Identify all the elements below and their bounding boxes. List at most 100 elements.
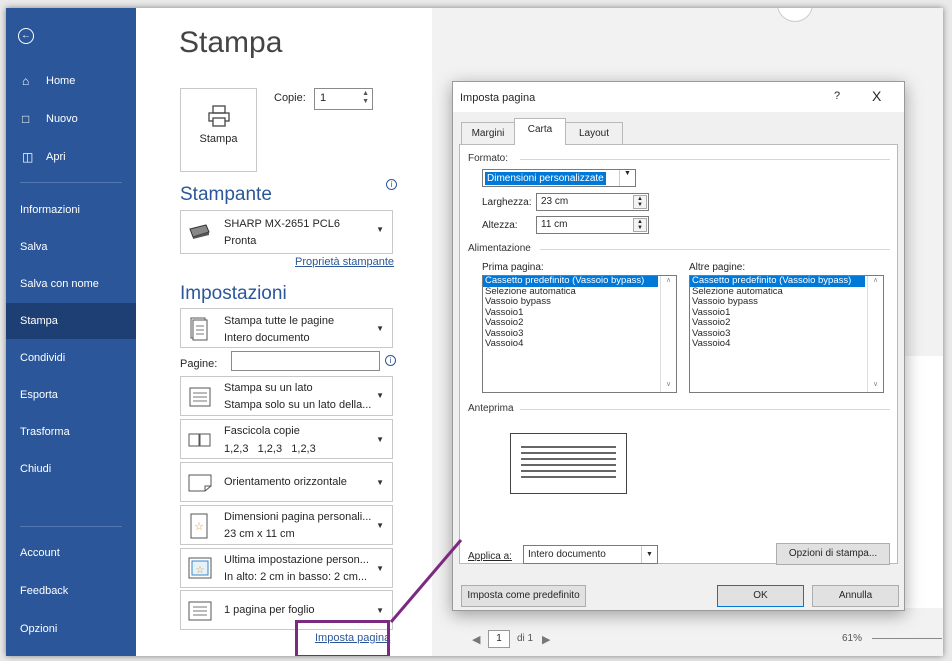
setting-line2: Intero documento — [224, 332, 310, 344]
dialog-title: Imposta pagina — [460, 92, 536, 104]
list-item[interactable]: Vassoio1 — [483, 308, 676, 319]
height-label: Altezza: — [482, 220, 518, 231]
sidebar-item-share[interactable]: Condividi — [6, 340, 136, 376]
sidebar-item-label: Opzioni — [20, 623, 58, 635]
list-item[interactable]: Vassoio4 — [483, 339, 676, 350]
paper-format-value: Dimensioni personalizzate — [485, 172, 606, 185]
sidebar-item-home[interactable]: ⌂ Home — [6, 63, 136, 99]
list-item[interactable]: Vassoio2 — [690, 318, 883, 329]
back-arrow-icon[interactable]: ← — [18, 28, 34, 44]
print-button[interactable]: Stampa — [180, 88, 257, 172]
pages-input[interactable] — [231, 351, 380, 371]
close-icon[interactable]: X — [872, 88, 881, 104]
list-item[interactable]: Vassoio1 — [690, 308, 883, 319]
width-input[interactable]: 23 cm ▲ ▼ — [536, 193, 649, 211]
list-item[interactable]: Selezione automatica — [690, 287, 883, 298]
tab-carta[interactable]: Carta — [514, 118, 566, 145]
margins-dropdown[interactable]: ☆ Ultima impostazione person... In alto:… — [180, 548, 393, 588]
printer-properties-link[interactable]: Proprietà stampante — [295, 256, 394, 268]
paper-size-dropdown[interactable]: ☆ Dimensioni pagina personali... 23 cm x… — [180, 505, 393, 545]
dialog-title-bar: Imposta pagina ? X — [453, 82, 904, 112]
sidebar-item-label: Informazioni — [20, 204, 80, 216]
other-pages-tray-list[interactable]: Cassetto predefinito (Vassoio bypass) Se… — [689, 275, 884, 393]
sidebar-item-label: Chiudi — [20, 463, 52, 475]
info-icon[interactable]: i — [385, 355, 396, 366]
page-total: di 1 — [517, 633, 534, 644]
height-value: 11 cm — [541, 219, 568, 230]
list-item[interactable]: Cassetto predefinito (Vassoio bypass) — [483, 276, 658, 287]
spinner-icon[interactable]: ▲ ▼ — [633, 218, 647, 232]
tab-margini[interactable]: Margini — [461, 122, 515, 144]
apply-to-select[interactable]: Intero documento ▼ — [523, 545, 658, 564]
sidebar-item-feedback[interactable]: Feedback — [6, 573, 136, 609]
sidebar-item-options[interactable]: Opzioni — [6, 611, 136, 647]
sidebar-item-save-as[interactable]: Salva con nome — [6, 266, 136, 302]
sidebar-item-close[interactable]: Chiudi — [6, 451, 136, 487]
highlight-box — [295, 620, 390, 656]
one-page-per-sheet-icon — [188, 601, 212, 621]
printer-section-title: Stampante — [180, 184, 272, 205]
sides-dropdown[interactable]: Stampa su un lato Stampa solo su un lato… — [180, 376, 393, 416]
prev-page-icon[interactable]: ◀ — [472, 633, 480, 646]
setting-line1: Stampa tutte le pagine — [224, 315, 335, 327]
sidebar-item-label: Home — [46, 75, 76, 87]
copies-input[interactable]: 1 ▲ ▼ — [314, 88, 373, 110]
other-pages-label: Altre pagine: — [689, 262, 746, 273]
setting-line1: Fascicola copie — [224, 425, 300, 437]
page-number-input[interactable]: 1 — [488, 630, 510, 648]
setting-line1: 1 pagina per foglio — [224, 604, 315, 616]
sidebar-item-label: Stampa — [20, 315, 58, 327]
print-range-dropdown[interactable]: Stampa tutte le pagine Intero documento … — [180, 308, 393, 348]
chevron-down-icon: ▼ — [376, 324, 384, 333]
printer-icon — [207, 105, 230, 127]
sidebar-item-transform[interactable]: Trasforma — [6, 414, 136, 450]
paper-format-select[interactable]: Dimensioni personalizzate ▼ — [482, 169, 636, 187]
info-icon[interactable]: i — [386, 179, 397, 190]
zoom-level: 61% — [842, 633, 863, 644]
setting-line2: Stampa solo su un lato della... — [224, 399, 372, 411]
setting-line1: Ultima impostazione person... — [224, 554, 369, 566]
chevron-down-icon: ▼ — [619, 170, 635, 186]
scrollbar[interactable]: ∧ ∨ — [867, 276, 883, 392]
copies-value: 1 — [320, 92, 327, 104]
ok-button[interactable]: OK — [717, 585, 804, 607]
printer-dropdown[interactable]: SHARP MX-2651 PCL6 Pronta ▼ — [180, 210, 393, 254]
list-item[interactable]: Vassoio4 — [690, 339, 883, 350]
custom-margins-icon: ☆ — [188, 557, 212, 579]
list-item[interactable]: Vassoio3 — [483, 329, 676, 340]
help-icon[interactable]: ? — [834, 90, 840, 102]
list-item[interactable]: Vassoio bypass — [483, 297, 676, 308]
height-input[interactable]: 11 cm ▲ ▼ — [536, 216, 649, 234]
list-item[interactable]: Vassoio3 — [690, 329, 883, 340]
scrollbar[interactable]: ∧ ∨ — [660, 276, 676, 392]
spinner-icon[interactable]: ▲ ▼ — [362, 90, 369, 106]
sidebar-item-label: Nuovo — [46, 113, 78, 125]
first-page-tray-list[interactable]: Cassetto predefinito (Vassoio bypass) Se… — [482, 275, 677, 393]
preview-line — [521, 464, 616, 466]
settings-section-title: Impostazioni — [180, 283, 287, 304]
sidebar-item-save[interactable]: Salva — [6, 229, 136, 265]
sidebar-item-account[interactable]: Account — [6, 535, 136, 571]
preview-line — [521, 458, 616, 460]
orientation-dropdown[interactable]: Orientamento orizzontale ▼ — [180, 462, 393, 502]
list-item[interactable]: Vassoio2 — [483, 318, 676, 329]
list-item[interactable]: Vassoio bypass — [690, 297, 883, 308]
set-default-button[interactable]: Imposta come predefinito — [461, 585, 586, 607]
sidebar-item-new[interactable]: □ Nuovo — [6, 101, 136, 137]
zoom-slider[interactable] — [872, 638, 942, 639]
print-options-button[interactable]: Opzioni di stampa... — [776, 543, 890, 565]
tab-layout[interactable]: Layout — [565, 122, 623, 144]
next-page-icon[interactable]: ▶ — [542, 633, 550, 646]
collate-dropdown[interactable]: Fascicola copie 1,2,3 1,2,3 1,2,3 ▼ — [180, 419, 393, 459]
list-item[interactable]: Selezione automatica — [483, 287, 676, 298]
list-item[interactable]: Cassetto predefinito (Vassoio bypass) — [690, 276, 865, 287]
sidebar-item-print[interactable]: Stampa — [6, 303, 136, 339]
cancel-button[interactable]: Annulla — [812, 585, 899, 607]
preview-line — [521, 470, 616, 472]
first-page-label: Prima pagina: — [482, 262, 544, 273]
sidebar-item-export[interactable]: Esporta — [6, 377, 136, 413]
print-button-label: Stampa — [199, 133, 238, 145]
sidebar-item-open[interactable]: ◫ Apri — [6, 139, 136, 175]
sidebar-item-info[interactable]: Informazioni — [6, 192, 136, 228]
spinner-icon[interactable]: ▲ ▼ — [633, 195, 647, 209]
